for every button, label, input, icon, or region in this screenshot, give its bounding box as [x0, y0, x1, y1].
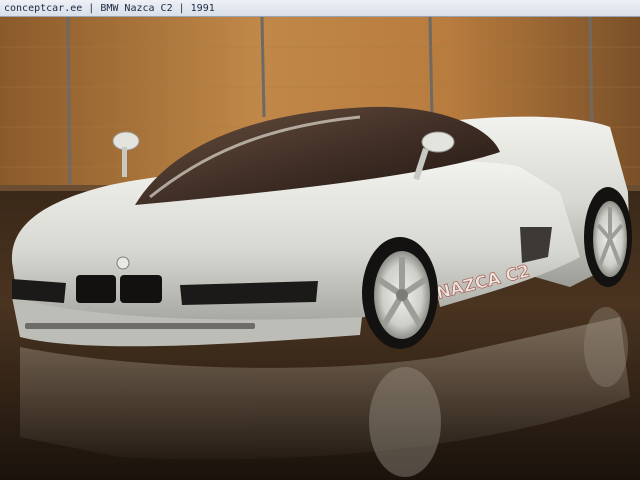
bmw-badge	[116, 256, 130, 270]
caption-separator-1: |	[82, 3, 101, 14]
front-wheel	[362, 237, 438, 349]
caption-site: conceptcar.ee	[4, 3, 83, 14]
caption-separator-2: |	[172, 3, 191, 14]
grille-left	[76, 275, 116, 303]
caption-model: BMW Nazca C2	[100, 3, 173, 14]
caption-bar: conceptcar.ee | BMW Nazca C2 | 1991	[0, 0, 640, 17]
grille-right	[120, 275, 162, 303]
caption-year: 1991	[190, 3, 215, 14]
rear-wheel	[584, 187, 632, 287]
wallpaper-frame: conceptcar.ee | BMW Nazca C2 | 1991 NAZC…	[0, 0, 640, 480]
car-photo: NAZCA C2	[0, 17, 640, 480]
